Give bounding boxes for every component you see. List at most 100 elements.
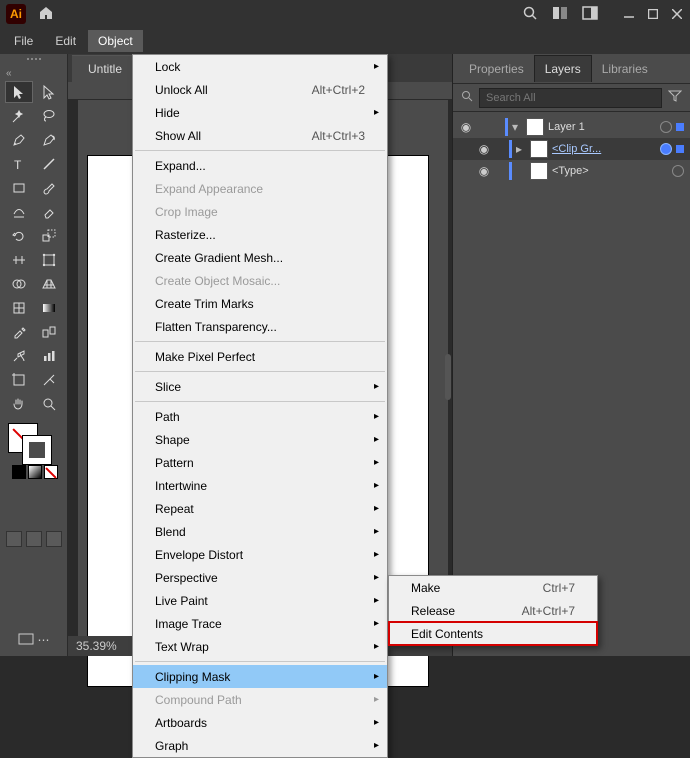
filter-icon[interactable] [668,90,682,105]
panel-grip[interactable] [19,58,49,64]
menu-item[interactable]: Perspective [133,566,387,589]
submenu-item[interactable]: MakeCtrl+7 [389,576,597,599]
menu-item[interactable]: Slice [133,375,387,398]
screen-mode-icon[interactable] [18,633,34,650]
search-icon[interactable] [522,5,538,24]
pen-tool[interactable] [5,129,33,151]
none-mode-icon[interactable] [44,465,58,479]
draw-inside-icon[interactable] [46,531,62,547]
selection-tool[interactable] [5,81,33,103]
rectangle-tool[interactable] [5,177,33,199]
eyedropper-tool[interactable] [5,321,33,343]
shaper-tool[interactable] [5,201,33,223]
layer-name[interactable]: <Type> [552,165,668,177]
menu-item[interactable]: Graph [133,734,387,757]
submenu-item[interactable]: Edit Contents [389,622,597,645]
visibility-icon[interactable]: ◉ [477,164,491,178]
visibility-icon[interactable]: ◉ [477,142,491,156]
layer-search-input[interactable] [479,88,662,108]
menu-item[interactable]: Lock [133,55,387,78]
target-icon[interactable] [660,121,672,133]
menu-item[interactable]: Create Gradient Mesh... [133,246,387,269]
menu-item[interactable]: Intertwine [133,474,387,497]
gradient-mode-icon[interactable] [28,465,42,479]
selection-indicator[interactable] [676,123,684,131]
tab-layers[interactable]: Layers [534,55,592,82]
home-icon[interactable] [38,5,54,24]
zoom-level[interactable]: 35.39% [76,639,117,653]
magic-wand-tool[interactable] [5,105,33,127]
menu-item[interactable]: Create Trim Marks [133,292,387,315]
menu-item[interactable]: Pattern [133,451,387,474]
shape-builder-tool[interactable] [5,273,33,295]
hand-tool[interactable] [5,393,33,415]
tab-properties[interactable]: Properties [459,56,534,82]
tab-libraries[interactable]: Libraries [592,56,658,82]
eraser-tool[interactable] [35,201,63,223]
color-mode-icon[interactable] [12,465,26,479]
width-tool[interactable] [5,249,33,271]
edit-toolbar-icon[interactable]: ⋯ [38,633,50,650]
menu-item[interactable]: Text Wrap [133,635,387,658]
chevron-down-icon[interactable]: ▾ [512,120,522,134]
layer-name[interactable]: Layer 1 [548,121,656,133]
perspective-grid-tool[interactable] [35,273,63,295]
menu-item[interactable]: Envelope Distort [133,543,387,566]
menu-item[interactable]: Live Paint [133,589,387,612]
symbol-sprayer-tool[interactable] [5,345,33,367]
gradient-tool[interactable] [35,297,63,319]
menu-item[interactable]: Show AllAlt+Ctrl+3 [133,124,387,147]
menu-item[interactable]: Shape [133,428,387,451]
selection-indicator[interactable] [676,145,684,153]
fill-stroke-swatch[interactable] [6,421,52,461]
menu-item[interactable]: Clipping Mask [133,665,387,688]
line-tool[interactable] [35,153,63,175]
menu-item[interactable]: Path [133,405,387,428]
draw-normal-icon[interactable] [6,531,22,547]
column-graph-tool[interactable] [35,345,63,367]
minimize-button[interactable] [622,7,636,21]
menu-item[interactable]: Hide [133,101,387,124]
draw-behind-icon[interactable] [26,531,42,547]
menu-item[interactable]: Blend [133,520,387,543]
layer-row[interactable]: ◉ ▸ <Clip Gr... [453,138,690,160]
free-transform-tool[interactable] [35,249,63,271]
arrange-icon[interactable] [552,6,568,23]
scale-tool[interactable] [35,225,63,247]
type-tool[interactable]: T [5,153,33,175]
menu-item[interactable]: Unlock AllAlt+Ctrl+2 [133,78,387,101]
menu-item[interactable]: Flatten Transparency... [133,315,387,338]
layer-row[interactable]: ◉ <Type> [453,160,690,182]
direct-selection-tool[interactable] [35,81,63,103]
layer-name[interactable]: <Clip Gr... [552,143,656,155]
layer-row[interactable]: ◉ ▾ Layer 1 [453,116,690,138]
slice-tool[interactable] [35,369,63,391]
blend-tool[interactable] [35,321,63,343]
close-button[interactable] [670,7,684,21]
lasso-tool[interactable] [35,105,63,127]
menu-edit[interactable]: Edit [45,30,86,52]
collapse-chevrons-icon[interactable]: « [0,68,67,79]
menu-item[interactable]: Artboards [133,711,387,734]
target-icon[interactable] [672,165,684,177]
chevron-right-icon[interactable]: ▸ [516,142,526,156]
mesh-tool[interactable] [5,297,33,319]
menu-object[interactable]: Object [88,30,143,52]
target-icon[interactable] [660,143,672,155]
document-tab[interactable]: Untitle [72,55,138,82]
menu-file[interactable]: File [4,30,43,52]
artboard-tool[interactable] [5,369,33,391]
curvature-tool[interactable] [35,129,63,151]
menu-item[interactable]: Make Pixel Perfect [133,345,387,368]
menu-item[interactable]: Repeat [133,497,387,520]
visibility-icon[interactable]: ◉ [459,120,473,134]
menu-item[interactable]: Expand... [133,154,387,177]
zoom-tool[interactable] [35,393,63,415]
menu-item[interactable]: Image Trace [133,612,387,635]
workspace-icon[interactable] [582,6,598,23]
panel-resize-handle[interactable] [445,354,451,400]
rotate-tool[interactable] [5,225,33,247]
maximize-button[interactable] [646,7,660,21]
submenu-item[interactable]: ReleaseAlt+Ctrl+7 [389,599,597,622]
menu-item[interactable]: Rasterize... [133,223,387,246]
